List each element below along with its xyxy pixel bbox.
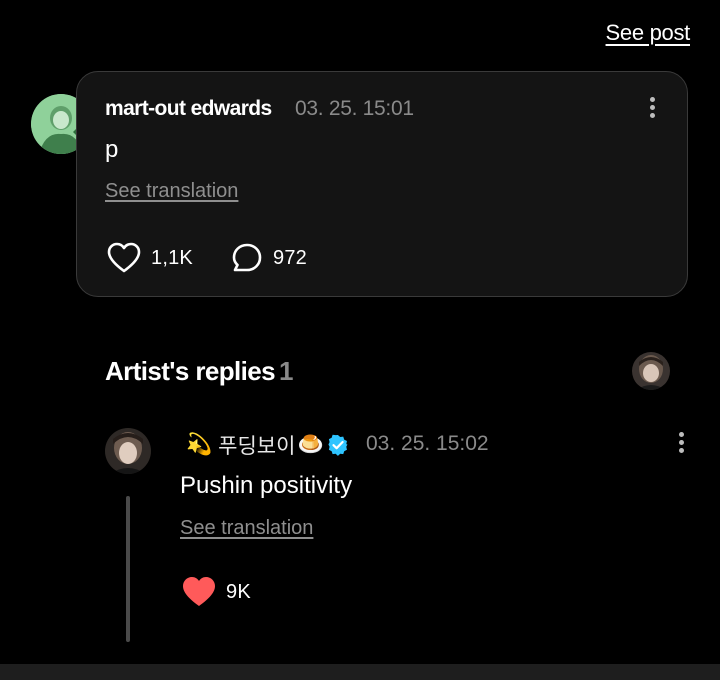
- reply-author-emoji-prefix: 💫: [186, 433, 213, 456]
- reply-body-text: Pushin positivity: [180, 472, 353, 499]
- reply-author[interactable]: 💫 푸딩보이 🍮: [186, 430, 349, 460]
- post-card: mart-out edwards 03. 25. 15:01 p See tra…: [76, 71, 688, 297]
- comment-bubble-icon: [232, 243, 262, 272]
- artist-avatar-small[interactable]: [632, 352, 670, 390]
- artist-replies-count: 1: [279, 356, 293, 386]
- fan-post-screen: See post mart-out edwards 03. 25. 15:01 …: [0, 0, 720, 680]
- post-like-count: 1,1K: [151, 246, 193, 269]
- reply-author-emoji-suffix: 🍮: [297, 433, 324, 456]
- verified-badge-icon: [328, 434, 348, 456]
- reply-like-count: 9K: [226, 580, 251, 603]
- post-comment-button[interactable]: 972: [231, 242, 307, 274]
- artist-replies-title: Artist's replies: [105, 356, 276, 386]
- post-author-name[interactable]: mart-out edwards: [105, 97, 272, 121]
- reply-thread-line: [126, 496, 130, 642]
- post-body-text: p: [105, 136, 119, 163]
- reply-author-avatar[interactable]: [105, 428, 151, 474]
- heart-outline-icon: [107, 242, 141, 273]
- bottom-bar: [0, 664, 720, 680]
- reply-timestamp: 03. 25. 15:02: [366, 432, 489, 455]
- see-post-link[interactable]: See post: [606, 20, 691, 46]
- post-comment-count: 972: [273, 246, 307, 269]
- heart-filled-icon: [183, 577, 215, 606]
- post-timestamp: 03. 25. 15:01: [295, 97, 414, 120]
- artist-replies-heading: Artist's replies 1: [105, 356, 293, 387]
- reply-like-button[interactable]: 9K: [182, 576, 251, 608]
- reply-author-name: 푸딩보이: [218, 435, 296, 458]
- post-more-options-icon[interactable]: [649, 97, 655, 123]
- reply-see-translation-link[interactable]: See translation: [180, 517, 313, 540]
- post-like-button[interactable]: 1,1K: [107, 242, 193, 274]
- reply-more-options-icon[interactable]: [678, 432, 684, 458]
- post-see-translation-link[interactable]: See translation: [105, 180, 238, 203]
